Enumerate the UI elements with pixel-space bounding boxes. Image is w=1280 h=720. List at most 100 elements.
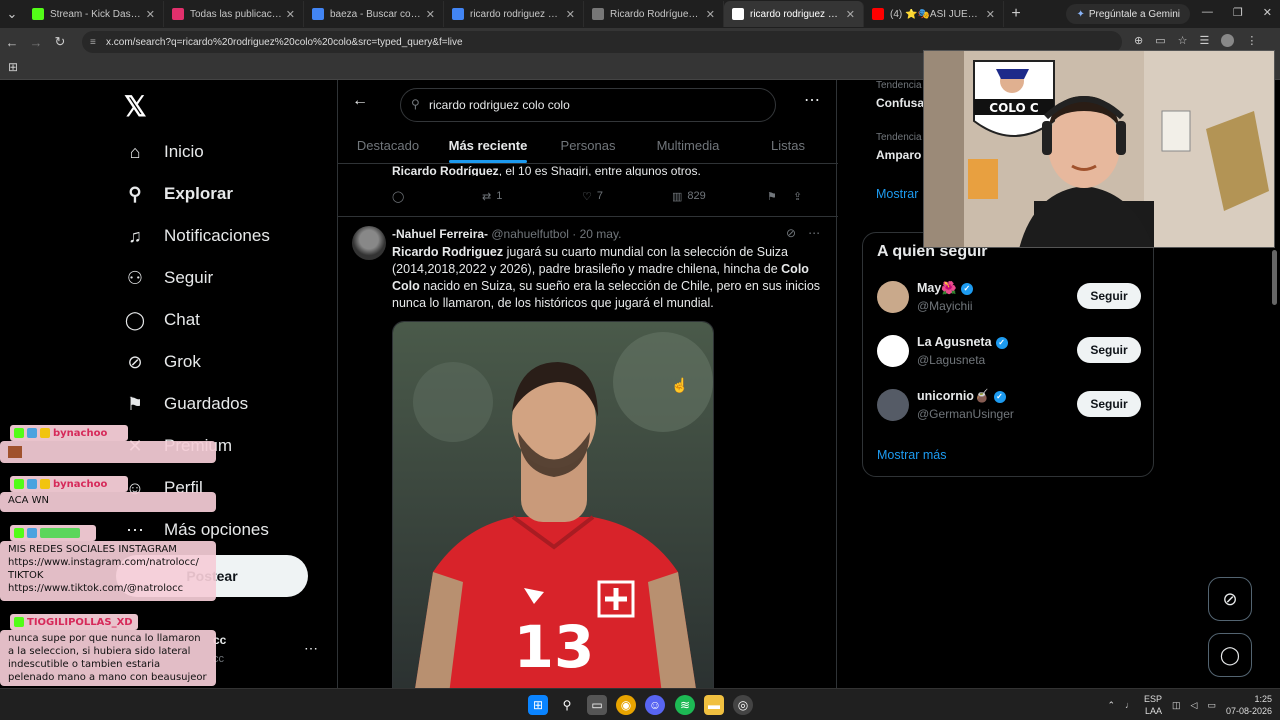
avatar[interactable]: [877, 389, 909, 421]
close-tab-icon[interactable]: ✕: [566, 8, 575, 21]
views-icon: ▥: [672, 190, 683, 203]
suggested-user-name[interactable]: May🌺 ✓: [917, 281, 973, 296]
gemini-button[interactable]: ✦ Pregúntale a Gemini: [1066, 4, 1190, 24]
suggested-user-name[interactable]: unicornio🧉 ✓: [917, 389, 1006, 404]
bookmark-icon[interactable]: ⚑: [767, 190, 793, 203]
task-view-icon[interactable]: ▭: [587, 695, 607, 715]
taskbar-search-icon[interactable]: ⚲: [557, 695, 577, 715]
file-explorer-icon[interactable]: ▬: [704, 695, 724, 715]
nav-item-inicio[interactable]: ⌂ Inicio: [124, 132, 204, 172]
show-more-link[interactable]: Mostrar más: [877, 448, 946, 462]
browser-tab[interactable]: baeza - Buscar con Google ✕: [304, 1, 444, 27]
browser-tab[interactable]: (4) ⭐🎭ASÍ JUEGA RICA ✕: [864, 1, 1004, 27]
browser-tab[interactable]: ricardo rodriguez colo colo ✕: [724, 1, 864, 27]
nav-item-seguir[interactable]: ⚇ Seguir: [124, 258, 213, 298]
nav-item-chat[interactable]: ◯ Chat: [124, 300, 200, 340]
back-arrow-icon[interactable]: ←: [352, 92, 368, 110]
new-tab-button[interactable]: +: [1004, 5, 1028, 23]
site-info-icon[interactable]: ≡: [90, 37, 96, 48]
trend-name-2[interactable]: Amparo: [876, 148, 921, 162]
who-to-follow-item[interactable]: La Agusneta ✓ @Lagusneta Seguir: [877, 333, 1143, 373]
obs-icon[interactable]: ◎: [733, 695, 753, 715]
browser-tab[interactable]: Todas las publicaciones - I ✕: [164, 1, 304, 27]
browser-tab[interactable]: Ricardo Rodríguez reveló ✕: [584, 1, 724, 27]
avatar[interactable]: [877, 335, 909, 367]
scrollbar-thumb[interactable]: [1272, 250, 1277, 305]
suggested-user-name[interactable]: La Agusneta ✓: [917, 335, 1008, 349]
grok-explain-icon[interactable]: ⊘: [786, 226, 796, 240]
close-tab-icon[interactable]: ✕: [706, 8, 715, 21]
start-icon[interactable]: ⊞: [528, 695, 548, 715]
follow-button[interactable]: Seguir: [1077, 337, 1141, 363]
account-menu-icon[interactable]: ⋯: [304, 640, 318, 657]
avatar[interactable]: [877, 281, 909, 313]
chat-message-2: ACA WN: [0, 492, 216, 512]
repost-button[interactable]: ⇄ 1: [482, 190, 582, 203]
nav-item-grok[interactable]: ⊘ Grok: [124, 342, 200, 382]
chat-text: ACA WN: [8, 495, 50, 506]
forward-button[interactable]: →: [24, 35, 48, 50]
views-button[interactable]: ▥ 829: [672, 190, 767, 203]
close-tab-icon[interactable]: ✕: [286, 8, 295, 21]
tab-search-button[interactable]: ⌄: [0, 6, 24, 22]
close-tab-icon[interactable]: ✕: [846, 8, 855, 21]
restore-button[interactable]: ❐: [1233, 6, 1243, 19]
post-author-name[interactable]: -Nahuel Ferreira-: [392, 227, 488, 241]
close-window-button[interactable]: ✕: [1263, 6, 1272, 19]
post-more-icon[interactable]: ⋯: [808, 226, 820, 240]
star-icon[interactable]: ☆: [1178, 34, 1188, 47]
battery-icon[interactable]: ▭: [1207, 700, 1216, 711]
browser-tab[interactable]: ricardo rodriguez colocolo ✕: [444, 1, 584, 27]
search-options-icon[interactable]: ⋯: [804, 90, 820, 110]
nav-item-explorar[interactable]: ⚲ Explorar: [124, 174, 233, 214]
follow-button[interactable]: Seguir: [1077, 283, 1141, 309]
x-logo-icon[interactable]: 𝕏: [124, 90, 147, 123]
post-author-avatar[interactable]: [352, 226, 386, 260]
minimize-button[interactable]: —: [1202, 6, 1213, 19]
follow-button[interactable]: Seguir: [1077, 391, 1141, 417]
tab-title: Stream - Kick Dashboard: [50, 8, 142, 20]
search-input[interactable]: ⚲ ricardo rodriguez colo colo: [400, 88, 776, 122]
chrome-icon[interactable]: ◉: [616, 695, 636, 715]
reading-list-icon[interactable]: ☰: [1200, 34, 1210, 47]
tab-multimedia[interactable]: Multimedia: [638, 130, 738, 163]
tab-listas[interactable]: Listas: [738, 130, 838, 163]
nav-item-guardados[interactable]: ⚑ Guardados: [124, 384, 248, 424]
back-button[interactable]: ←: [0, 35, 24, 50]
tab-destacado[interactable]: Destacado: [338, 130, 438, 163]
trend-name-1[interactable]: Confusa: [876, 96, 924, 110]
like-button[interactable]: ♡ 7: [582, 190, 672, 203]
tab-más-reciente[interactable]: Más reciente: [438, 130, 538, 163]
menu-icon[interactable]: ⋮: [1246, 34, 1257, 47]
close-tab-icon[interactable]: ✕: [146, 8, 155, 21]
volume-icon[interactable]: ◁: [1191, 700, 1198, 711]
microphone-icon[interactable]: ♩: [1125, 700, 1134, 710]
network-icon[interactable]: ◫: [1172, 700, 1181, 711]
who-to-follow-item[interactable]: unicornio🧉 ✓ @GermanUsinger Seguir: [877, 387, 1143, 427]
nav-item-notificaciones[interactable]: ♫ Notificaciones: [124, 216, 270, 256]
discord-icon[interactable]: ☺: [645, 695, 665, 715]
zoom-icon[interactable]: ⊕: [1134, 34, 1143, 47]
reload-button[interactable]: ↻: [48, 34, 72, 50]
spotify-icon[interactable]: ≋: [675, 695, 695, 715]
reply-icon[interactable]: ◯: [392, 190, 482, 203]
trends-show-more-link[interactable]: Mostrar: [876, 187, 918, 201]
verified-badge-icon: ✓: [960, 282, 973, 295]
tab-personas[interactable]: Personas: [538, 130, 638, 163]
messages-floating-button[interactable]: ◯: [1208, 633, 1252, 677]
who-to-follow-item[interactable]: May🌺 ✓ @Mayichii Seguir: [877, 279, 1143, 319]
close-tab-icon[interactable]: ✕: [986, 8, 995, 21]
post-author-handle[interactable]: @nahuelfutbol: [491, 227, 569, 241]
post-date[interactable]: · 20 may.: [572, 227, 621, 241]
language-indicator[interactable]: ESP LAA: [1144, 693, 1162, 717]
browser-tab[interactable]: Stream - Kick Dashboard ✕: [24, 1, 164, 27]
share-icon[interactable]: ⇪: [793, 190, 802, 203]
grok-floating-button[interactable]: ⊘: [1208, 577, 1252, 621]
apps-icon[interactable]: ⊞: [8, 60, 18, 74]
close-tab-icon[interactable]: ✕: [426, 8, 435, 21]
post-media-image[interactable]: 13: [392, 321, 714, 688]
clock[interactable]: 1:25 07-08-2026: [1226, 693, 1272, 717]
profile-icon[interactable]: [1221, 34, 1235, 47]
tray-overflow-icon[interactable]: ⌃: [1107, 700, 1115, 711]
cast-icon[interactable]: ▭: [1155, 34, 1165, 47]
